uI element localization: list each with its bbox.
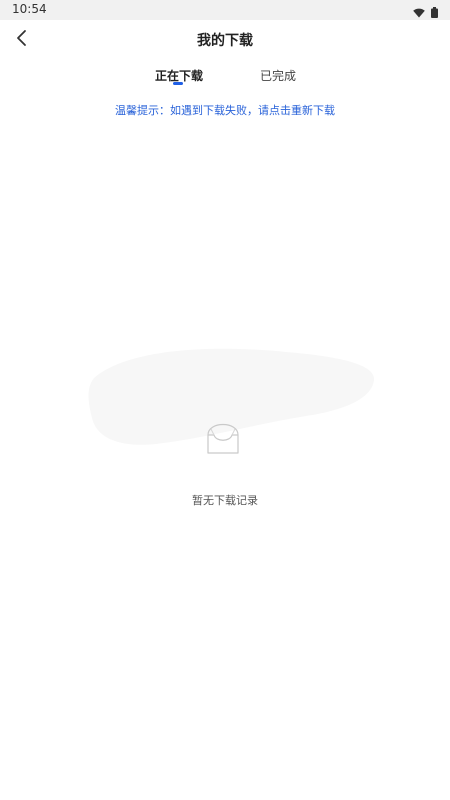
download-tip: 温馨提示：如遇到下载失败，请点击重新下载 xyxy=(115,104,335,117)
active-tab-indicator xyxy=(173,82,183,85)
status-time: 10:54 xyxy=(12,2,47,16)
tab-bar: 正在下载 已完成 xyxy=(0,60,450,90)
empty-state-text: 暂无下载记录 xyxy=(192,494,258,507)
title-bar: 我的下载 xyxy=(0,20,450,60)
page-title: 我的下载 xyxy=(197,33,253,49)
empty-box-icon xyxy=(203,417,243,457)
status-bar: 10:54 xyxy=(0,0,450,20)
tab-completed[interactable]: 已完成 xyxy=(260,67,296,84)
